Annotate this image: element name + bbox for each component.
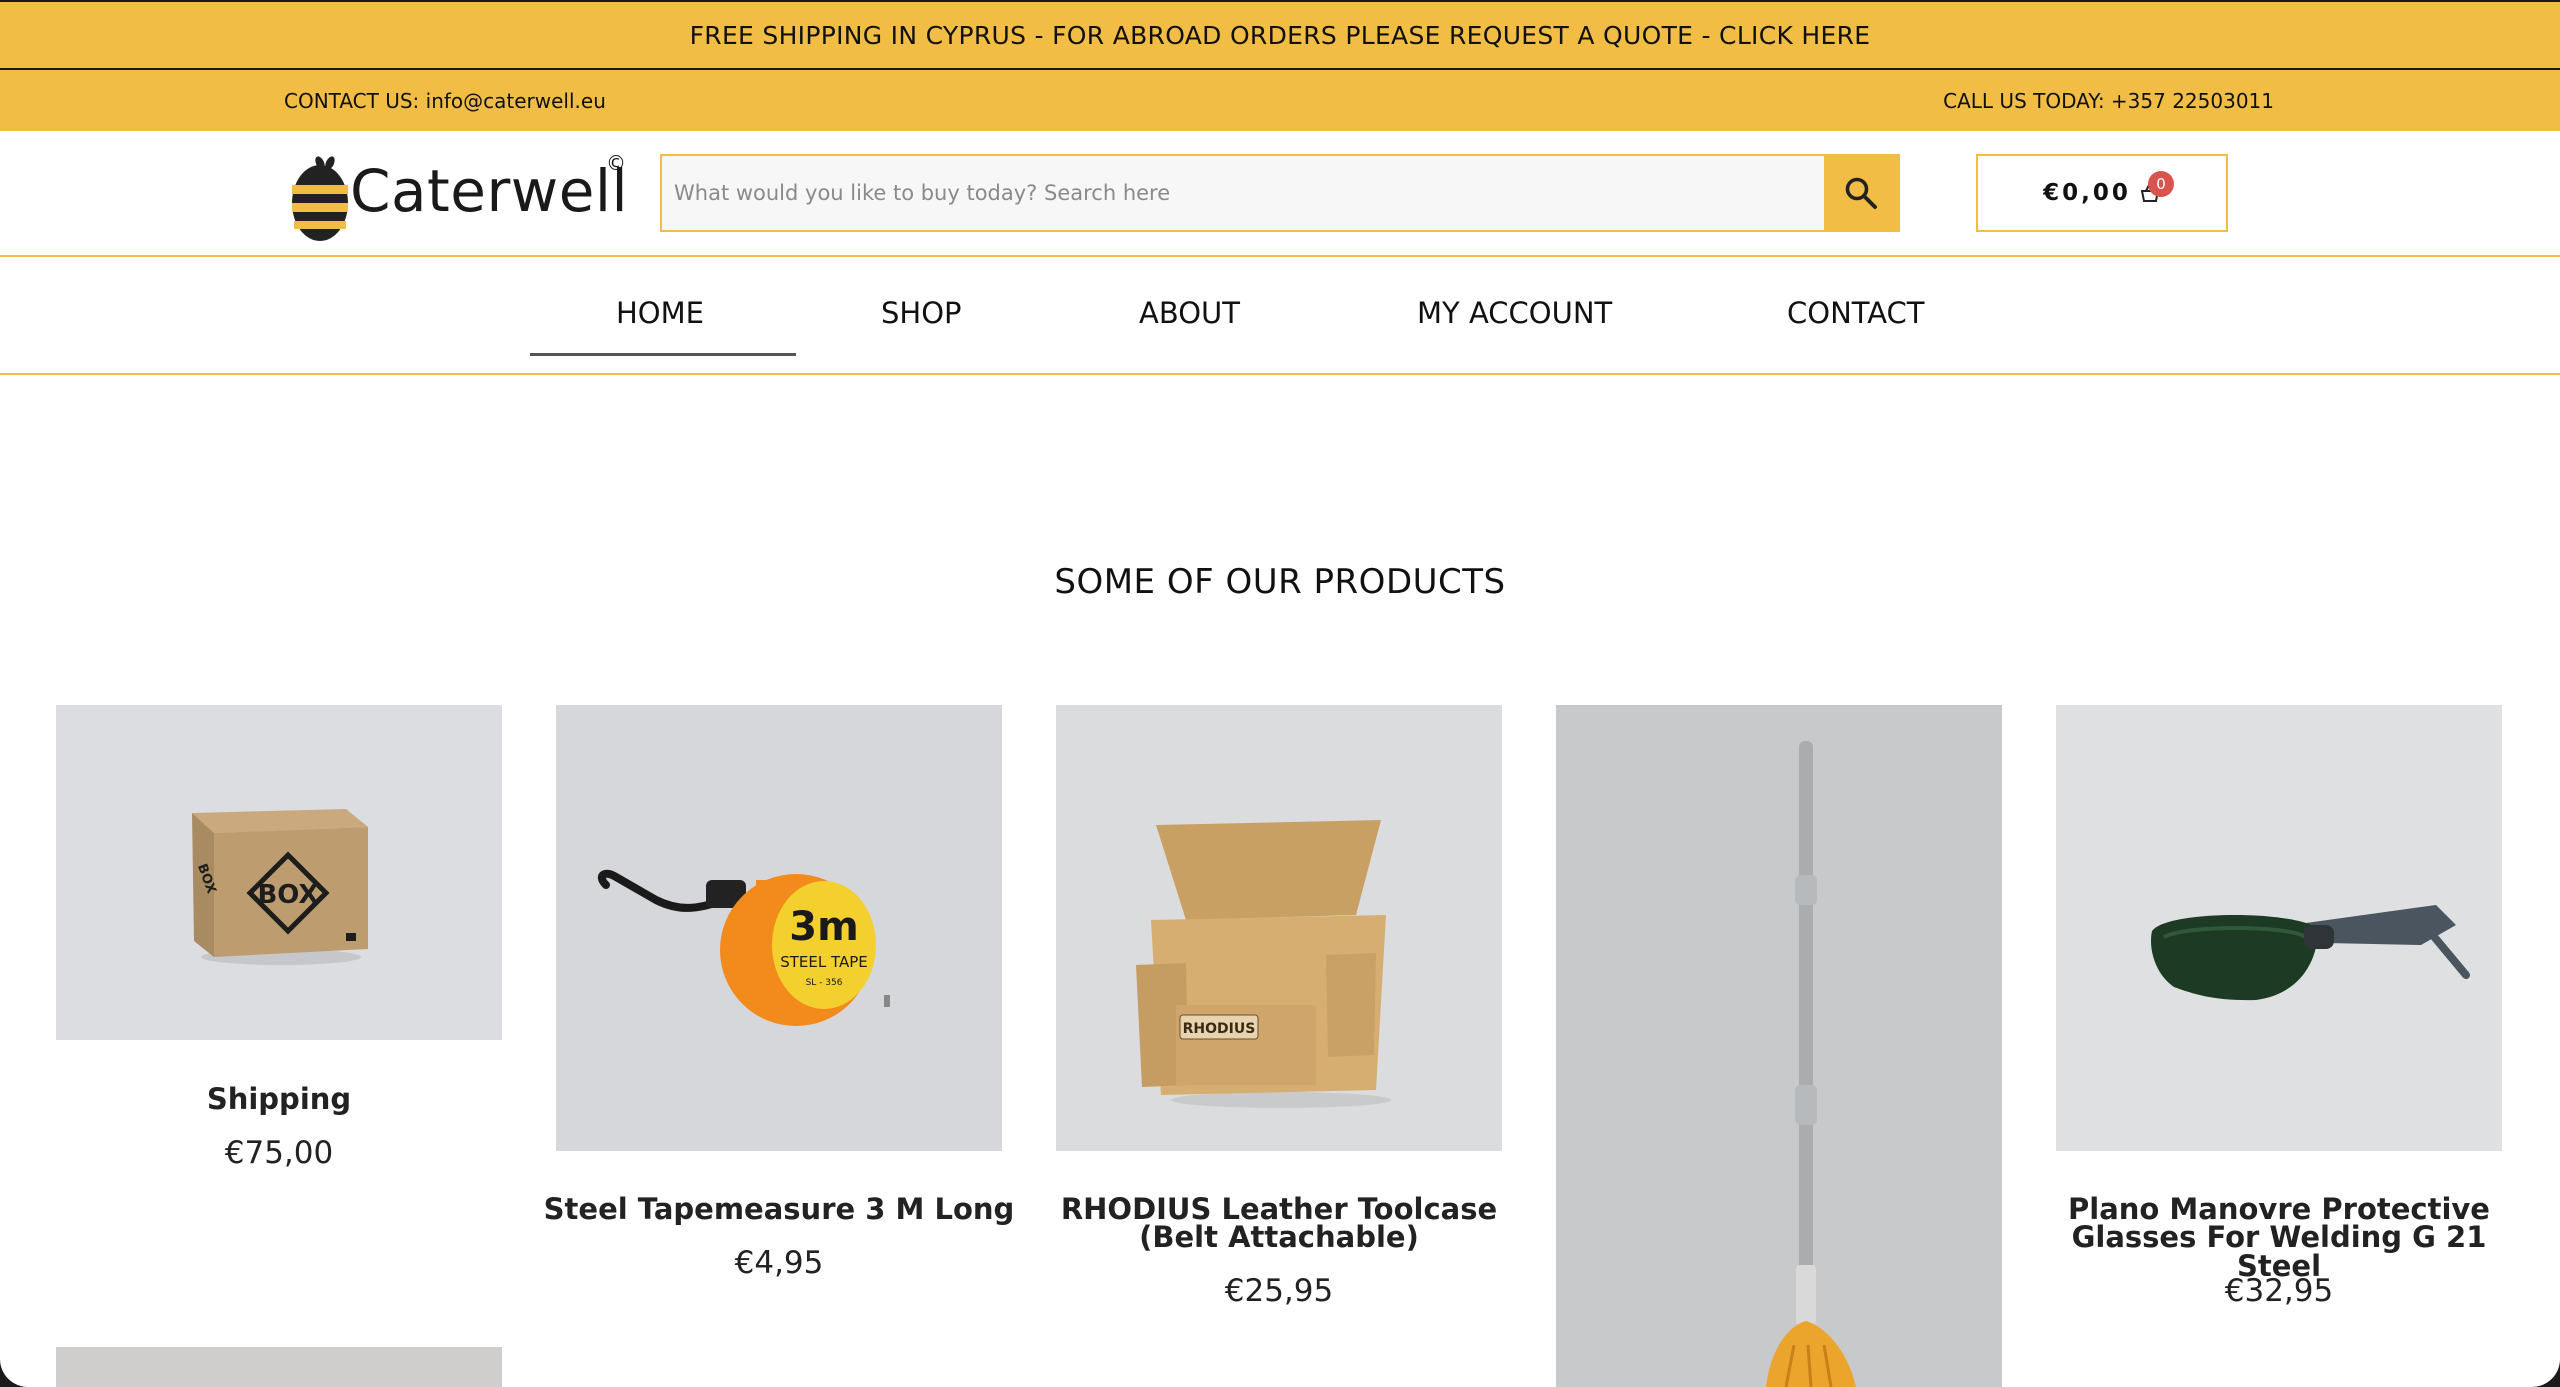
tape-label-big: 3m xyxy=(789,904,859,950)
product-card[interactable] xyxy=(56,1347,502,1387)
nav-item-shop[interactable]: SHOP xyxy=(881,296,962,330)
product-price: €75,00 xyxy=(224,1135,334,1171)
search-bar xyxy=(660,154,1900,232)
tape-measure-image: 3m STEEL TAPE SL - 356 xyxy=(597,869,890,1026)
nav-item-contact[interactable]: CONTACT xyxy=(1787,296,1925,330)
svg-text:BOX: BOX xyxy=(257,880,318,910)
product-card[interactable]: BOX BOX Shipping €75,00 xyxy=(56,705,502,1171)
product-card[interactable] xyxy=(1556,705,2002,1387)
logo[interactable]: Caterwell © xyxy=(290,151,630,241)
toolcase-image: RHODIUS xyxy=(1136,820,1391,1108)
product-card[interactable]: RHODIUS RHODIUS Leather Toolcase (Belt A… xyxy=(1056,705,1502,1325)
product-card[interactable]: Plano Manovre Protective Glasses For Wel… xyxy=(2056,705,2502,1325)
nav-item-about[interactable]: ABOUT xyxy=(1139,296,1240,330)
product-price: €25,95 xyxy=(1224,1273,1334,1309)
promo-banner[interactable]: FREE SHIPPING IN CYPRUS - FOR ABROAD ORD… xyxy=(0,0,2560,70)
mop-image xyxy=(1766,741,1856,1387)
toolcase-label: RHODIUS xyxy=(1183,1021,1256,1037)
contact-email[interactable]: CONTACT US: info@caterwell.eu xyxy=(284,89,606,113)
site-header: Caterwell © €0,00 0 xyxy=(0,131,2560,257)
promo-text[interactable]: FREE SHIPPING IN CYPRUS - FOR ABROAD ORD… xyxy=(690,21,1871,50)
product-name-line2[interactable]: (Belt Attachable) xyxy=(1036,1223,1522,1252)
search-icon xyxy=(1845,177,1877,209)
search-button[interactable] xyxy=(1824,156,1898,230)
nav-item-my-account[interactable]: MY ACCOUNT xyxy=(1417,296,1612,330)
product-price: €32,95 xyxy=(2224,1273,2334,1309)
product-card[interactable]: 3m STEEL TAPE SL - 356 Steel Tapemeasure… xyxy=(544,705,1014,1305)
box-image: BOX BOX xyxy=(192,809,368,965)
search-input[interactable] xyxy=(662,156,1826,230)
tape-label-line1: STEEL TAPE xyxy=(780,953,868,971)
page: FREE SHIPPING IN CYPRUS - FOR ABROAD ORD… xyxy=(0,0,2560,1387)
product-image[interactable]: 3m STEEL TAPE SL - 356 xyxy=(556,705,1002,1151)
product-image[interactable] xyxy=(56,1347,502,1387)
bee-logo-icon xyxy=(292,156,348,241)
main-nav: HOME SHOP ABOUT MY ACCOUNT CONTACT xyxy=(0,258,2560,375)
active-nav-indicator xyxy=(530,353,796,356)
product-image[interactable]: BOX BOX xyxy=(56,705,502,1040)
copyright-mark: © xyxy=(606,151,626,175)
cart-count-badge: 0 xyxy=(2148,171,2174,197)
section-title: SOME OF OUR PRODUCTS xyxy=(1054,562,1506,602)
product-image[interactable] xyxy=(2056,705,2502,1151)
product-price: €4,95 xyxy=(734,1245,824,1281)
contact-bar: CONTACT US: info@caterwell.eu CALL US TO… xyxy=(0,70,2560,131)
tape-label-line2: SL - 356 xyxy=(806,978,843,988)
product-name[interactable]: Shipping xyxy=(36,1085,522,1114)
nav-item-home[interactable]: HOME xyxy=(616,296,704,330)
product-image[interactable] xyxy=(1556,705,2002,1387)
cart-total: €0,00 xyxy=(2043,180,2131,206)
contact-phone[interactable]: CALL US TODAY: +357 22503011 xyxy=(1943,89,2274,113)
brand-name: Caterwell xyxy=(350,157,629,225)
product-name[interactable]: Steel Tapemeasure 3 M Long xyxy=(536,1195,1022,1224)
product-image[interactable]: RHODIUS xyxy=(1056,705,1502,1151)
glasses-image xyxy=(2150,905,2470,1001)
cart-button[interactable]: €0,00 xyxy=(1976,154,2228,232)
